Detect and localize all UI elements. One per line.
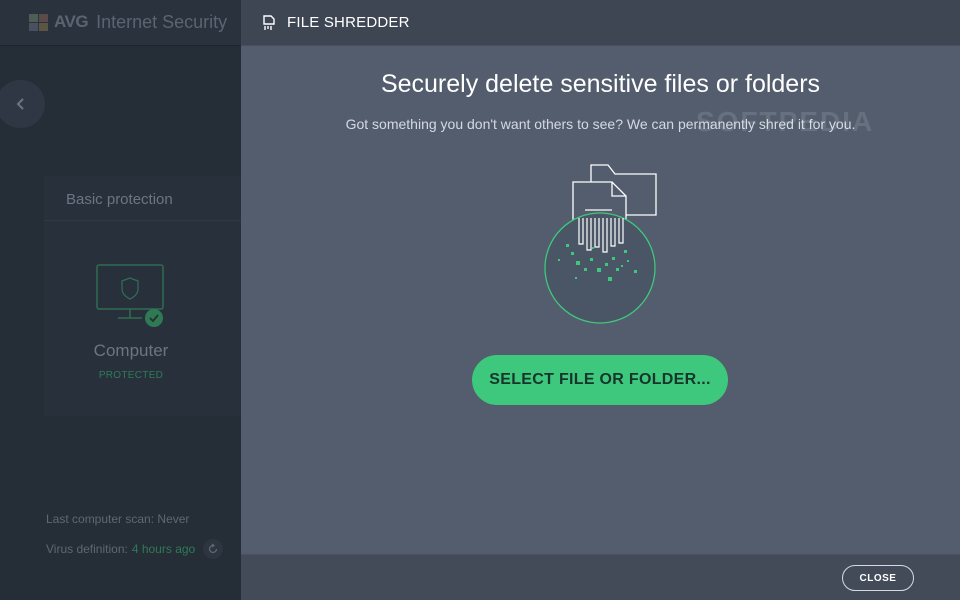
last-scan-value: Never: [157, 512, 190, 526]
watermark: SOFTPEDIA: [696, 106, 875, 137]
shredder-illustration: [544, 164, 657, 324]
avg-logo-icon: [29, 14, 48, 31]
last-scan-info: Last computer scan: Never: [46, 512, 189, 526]
device-name: Computer: [93, 341, 169, 360]
chevron-left-icon: [16, 98, 24, 110]
dialog-footer: CLOSE: [241, 554, 960, 600]
virus-def-value: 4 hours ago: [131, 542, 196, 556]
protection-panel: Basic protection Computer PROTECTED: [44, 176, 241, 416]
close-button[interactable]: CLOSE: [842, 565, 914, 591]
back-button[interactable]: [0, 80, 45, 128]
background-app: AVG Internet Security Basic protection C…: [0, 0, 241, 600]
app-titlebar: AVG Internet Security: [0, 0, 241, 46]
device-status: PROTECTED: [98, 370, 164, 381]
refresh-icon: [209, 543, 218, 554]
brand-name: Internet Security: [96, 11, 228, 32]
virus-definition-info: Virus definition: 4 hours ago: [46, 539, 224, 559]
last-scan-label: Last computer scan:: [46, 512, 155, 526]
file-shredder-dialog: FILE SHREDDER Securely delete sensitive …: [241, 0, 960, 600]
section-title: Basic protection: [66, 191, 173, 208]
brand-short: AVG: [54, 12, 89, 31]
select-file-or-folder-button[interactable]: SELECT FILE OR FOLDER...: [472, 355, 728, 405]
monitor-shield-icon: [96, 264, 164, 327]
virus-def-label: Virus definition:: [46, 542, 128, 556]
divider: [44, 220, 241, 221]
app-brand: AVG Internet Security: [28, 11, 227, 33]
headline: Securely delete sensitive files or folde…: [380, 70, 821, 98]
refresh-button[interactable]: [203, 539, 224, 559]
dialog-header: FILE SHREDDER: [241, 0, 960, 46]
shredder-icon: [263, 14, 275, 30]
dialog-title: FILE SHREDDER: [287, 14, 410, 31]
